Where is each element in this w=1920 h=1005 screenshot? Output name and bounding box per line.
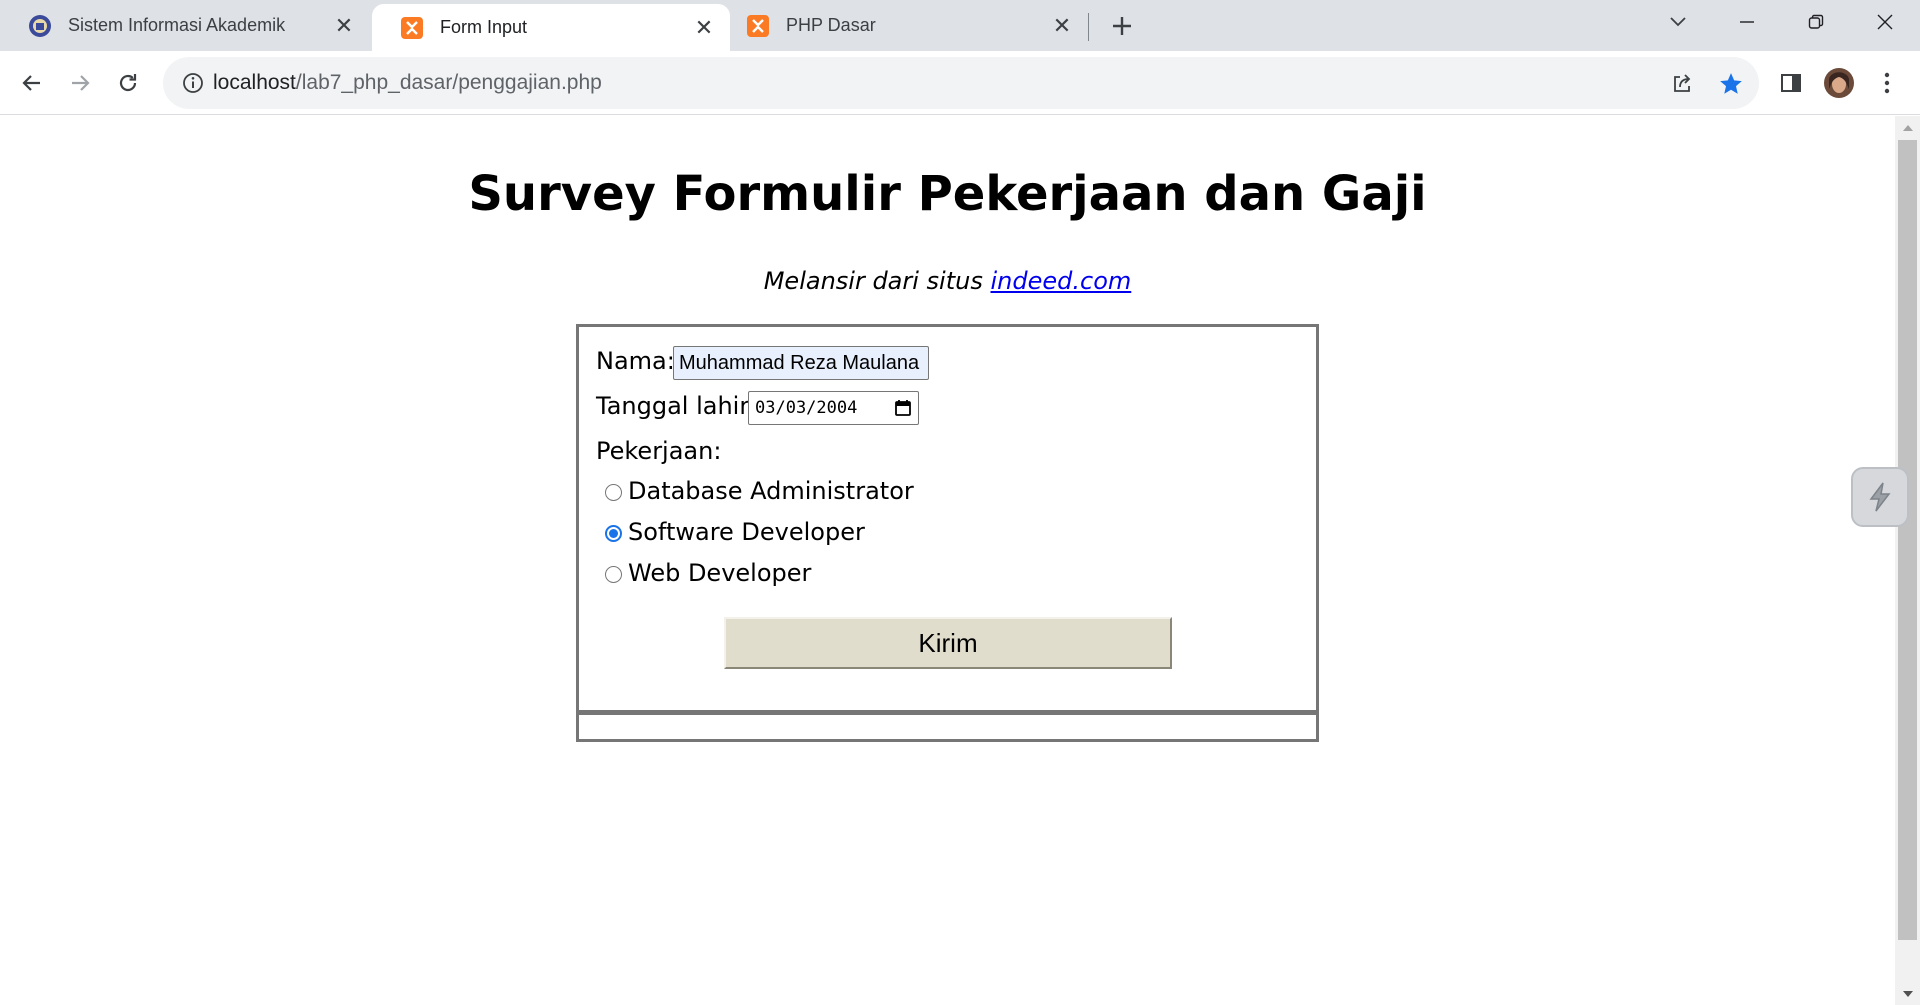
menu-button[interactable] <box>1867 63 1907 103</box>
tab-title: PHP Dasar <box>786 15 876 35</box>
tab-title: Sistem Informasi Akademik <box>68 15 286 35</box>
side-panel-button[interactable] <box>1771 63 1811 103</box>
minimize-icon <box>1740 21 1754 23</box>
star-filled-icon <box>1720 73 1742 94</box>
profile-button[interactable] <box>1819 63 1859 103</box>
radio-web-developer[interactable] <box>605 566 622 583</box>
xampp-icon <box>747 14 769 37</box>
side-panel-icon <box>1781 74 1801 92</box>
calendar-icon[interactable] <box>894 399 912 417</box>
scroll-up-arrow[interactable] <box>1899 121 1916 135</box>
close-tab-icon[interactable]: ✕ <box>690 14 718 42</box>
option-label[interactable]: Software Developer <box>628 518 865 546</box>
option-label[interactable]: Web Developer <box>628 559 811 587</box>
info-icon[interactable] <box>181 71 205 95</box>
tab-search-button[interactable] <box>1648 0 1708 44</box>
lightning-icon <box>1869 482 1891 512</box>
indeed-link[interactable]: indeed.com <box>991 267 1132 295</box>
tanggal-lahir-input[interactable]: 03/03/2004 <box>748 391 919 425</box>
scrollbar-thumb[interactable] <box>1898 140 1917 940</box>
back-button[interactable] <box>12 63 52 103</box>
xampp-icon <box>401 16 423 39</box>
pekerjaan-label: Pekerjaan: <box>596 437 722 465</box>
result-container <box>576 712 1319 742</box>
restore-button[interactable] <box>1786 0 1846 44</box>
reload-icon <box>119 74 137 92</box>
close-tab-icon[interactable]: ✕ <box>1048 12 1076 40</box>
kirim-button[interactable]: Kirim <box>724 617 1172 669</box>
tab-form-input[interactable]: Form Input ✕ <box>372 4 730 51</box>
nama-input[interactable]: Muhammad Reza Maulana <box>673 346 929 380</box>
plus-icon <box>1113 17 1131 35</box>
more-vertical-icon <box>1884 72 1890 94</box>
triangle-up-icon <box>1902 125 1913 131</box>
scroll-down-arrow[interactable] <box>1899 987 1916 1001</box>
address-bar[interactable]: localhost/lab7_php_dasar/penggajian.php <box>163 57 1759 109</box>
close-tab-icon[interactable]: ✕ <box>330 12 358 40</box>
chevron-down-icon <box>1670 17 1686 27</box>
close-window-button[interactable] <box>1855 0 1915 44</box>
subtitle-text: Melansir dari situs <box>763 267 983 295</box>
tab-separator <box>1088 13 1089 41</box>
close-icon <box>1877 14 1893 30</box>
arrow-right-icon <box>72 75 90 91</box>
triangle-down-icon <box>1902 991 1913 997</box>
url-text[interactable]: localhost/lab7_php_dasar/penggajian.php <box>213 57 602 109</box>
reload-button[interactable] <box>108 63 148 103</box>
option-label[interactable]: Database Administrator <box>628 477 914 505</box>
new-tab-button[interactable] <box>1104 10 1140 42</box>
floating-extension-button[interactable] <box>1851 467 1909 527</box>
url-host: localhost <box>213 71 296 94</box>
url-path: /lab7_php_dasar/penggajian.php <box>295 71 602 94</box>
minimize-button[interactable] <box>1717 0 1777 44</box>
share-button[interactable] <box>1667 69 1697 99</box>
bookmark-button[interactable] <box>1716 69 1746 99</box>
arrow-left-icon <box>22 75 40 91</box>
tanggal-label: Tanggal lahir: <box>596 392 757 420</box>
share-icon <box>1674 74 1691 92</box>
forward-button[interactable] <box>60 63 100 103</box>
tab-title: Form Input <box>440 17 528 37</box>
radio-database-administrator[interactable] <box>605 484 622 501</box>
browser-tab-strip: Sistem Informasi Akademik ✕ Form Input ✕… <box>0 0 1920 51</box>
avatar <box>1824 68 1854 98</box>
restore-icon <box>1808 14 1824 29</box>
tab-php-dasar[interactable]: PHP Dasar ✕ <box>718 0 1088 51</box>
browser-toolbar: localhost/lab7_php_dasar/penggajian.php <box>0 51 1920 115</box>
university-logo-icon <box>29 14 51 37</box>
radio-software-developer[interactable] <box>605 525 622 542</box>
nama-label: Nama: <box>596 347 675 375</box>
page-subtitle: Melansir dari situs indeed.com <box>0 267 1895 295</box>
date-value: 03/03/2004 <box>755 398 858 418</box>
tab-sistem-informasi-akademik[interactable]: Sistem Informasi Akademik ✕ <box>0 0 370 51</box>
page-title: Survey Formulir Pekerjaan dan Gaji <box>468 166 1427 222</box>
